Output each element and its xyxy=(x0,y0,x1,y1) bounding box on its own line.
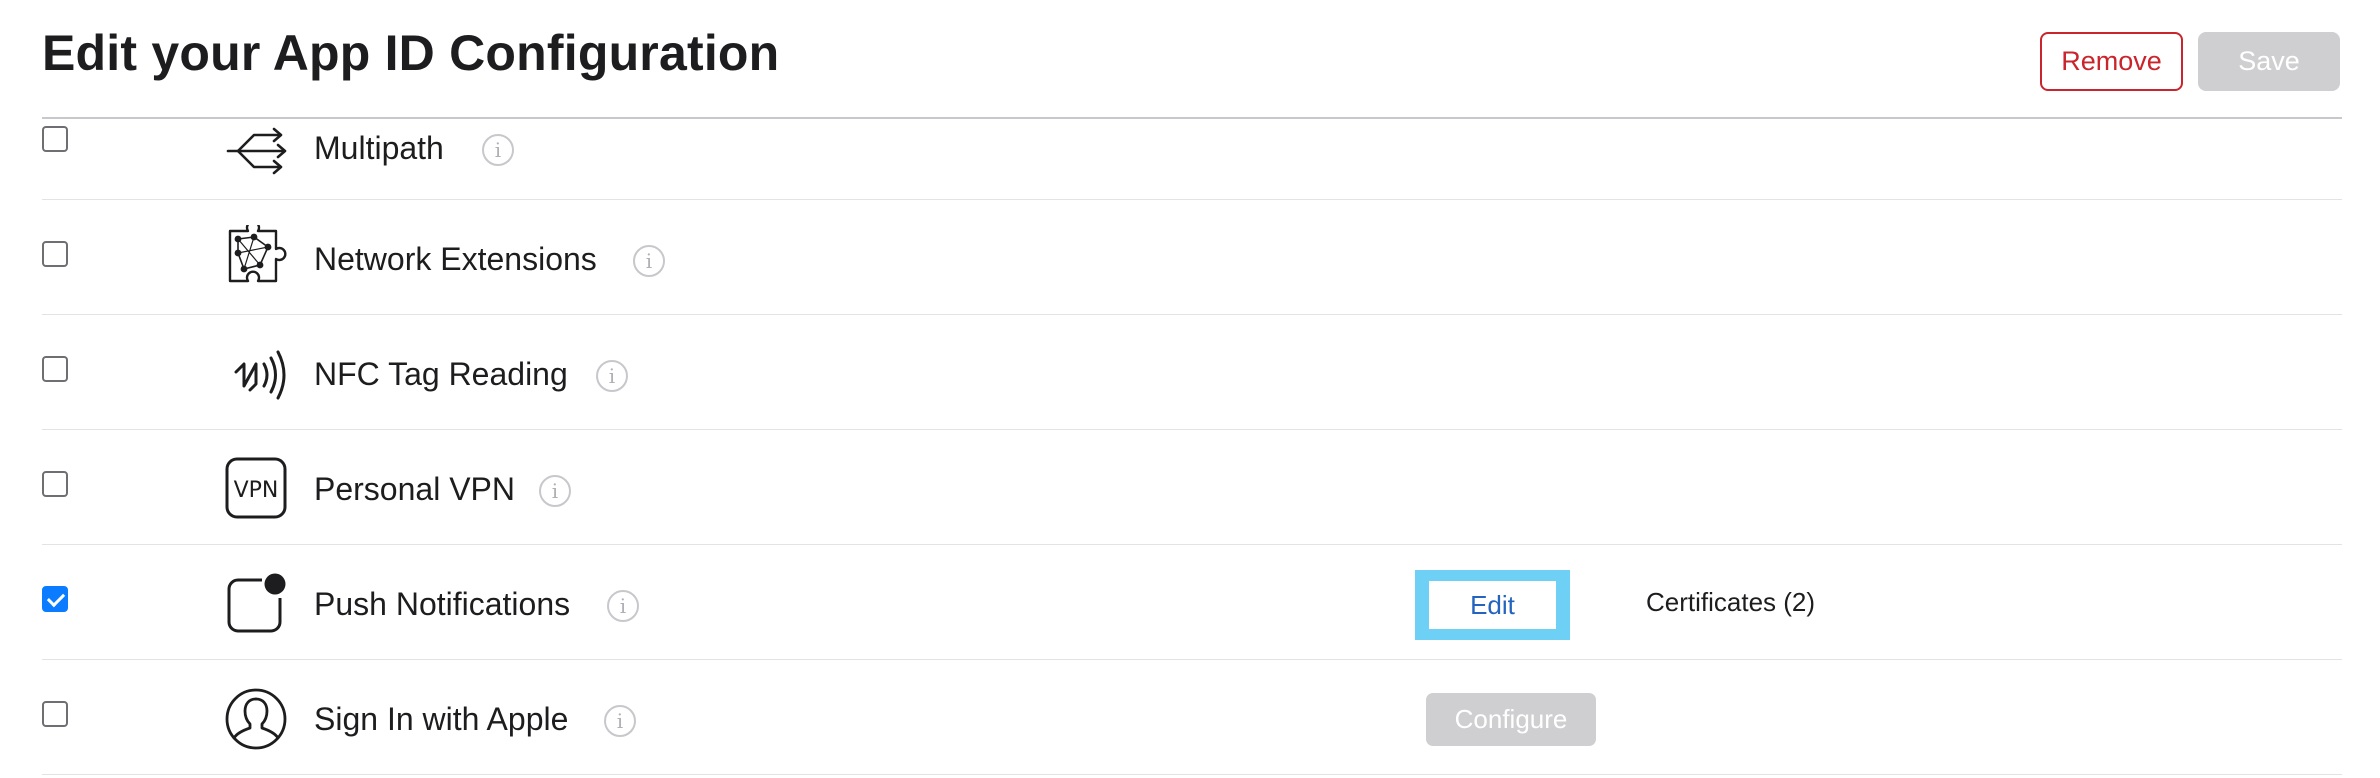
certificates-link[interactable]: Certificates (2) xyxy=(1646,587,1815,618)
capability-row-sign-in-with-apple: Sign In with Apple i Configure xyxy=(42,660,2342,775)
sign-in-with-apple-checkbox[interactable] xyxy=(42,701,68,727)
capability-row-network-extensions: Network Extensions i xyxy=(42,200,2342,315)
edit-button[interactable]: Edit xyxy=(1429,581,1556,629)
capability-row-personal-vpn: VPN Personal VPN i xyxy=(42,430,2342,545)
nfc-tag-reading-checkbox[interactable] xyxy=(42,356,68,382)
capability-name: Push Notifications xyxy=(314,586,571,622)
network-extensions-icon xyxy=(228,225,287,283)
configure-button[interactable]: Configure xyxy=(1426,693,1596,746)
capability-row-nfc-tag-reading: NFC Tag Reading i xyxy=(42,315,2342,430)
info-icon[interactable]: i xyxy=(482,134,514,166)
multipath-icon xyxy=(226,127,287,175)
network-extensions-checkbox[interactable] xyxy=(42,241,68,267)
info-icon[interactable]: i xyxy=(604,705,636,737)
capability-name: Multipath xyxy=(314,130,444,166)
capability-name: Network Extensions xyxy=(314,241,597,277)
capability-row-push-notifications: Push Notifications i Edit Certificates (… xyxy=(42,545,2342,660)
capability-name: Personal VPN xyxy=(314,471,515,507)
svg-text:VPN: VPN xyxy=(234,478,279,503)
vpn-icon: VPN xyxy=(225,457,287,519)
remove-button[interactable]: Remove xyxy=(2040,32,2183,91)
multipath-checkbox[interactable] xyxy=(42,126,68,152)
personal-vpn-checkbox[interactable] xyxy=(42,471,68,497)
push-notifications-icon xyxy=(227,573,286,633)
page-title: Edit your App ID Configuration xyxy=(42,25,780,81)
capability-row-multipath: Multipath i xyxy=(42,85,2342,200)
push-notifications-checkbox[interactable] xyxy=(42,586,68,612)
edit-button-focus-ring: Edit xyxy=(1415,570,1570,640)
info-icon[interactable]: i xyxy=(607,590,639,622)
info-icon[interactable]: i xyxy=(596,360,628,392)
save-button[interactable]: Save xyxy=(2198,32,2340,91)
nfc-icon xyxy=(234,350,286,400)
sign-in-with-apple-icon xyxy=(225,688,287,750)
app-id-configuration-page: Edit your App ID Configuration Remove Sa… xyxy=(0,0,2380,778)
capability-name: NFC Tag Reading xyxy=(314,356,568,392)
info-icon[interactable]: i xyxy=(633,245,665,277)
info-icon[interactable]: i xyxy=(539,475,571,507)
capability-name: Sign In with Apple xyxy=(314,701,569,737)
